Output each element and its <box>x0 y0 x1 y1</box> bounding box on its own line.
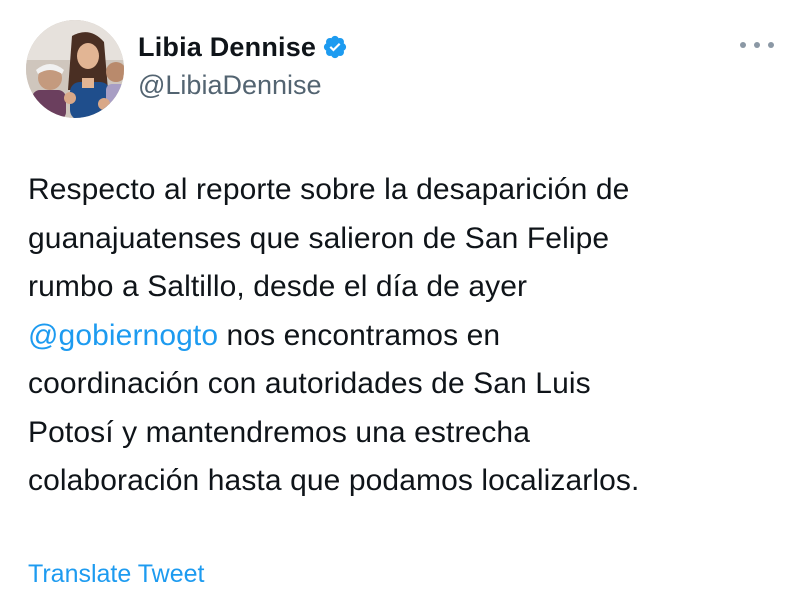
author-names: Libia Dennise @LibiaDennise <box>138 30 348 101</box>
tweet-line-rest: nos encontramos en <box>218 318 501 352</box>
tweet-line: rumbo a Saltillo, desde el día de ayer <box>28 270 528 303</box>
tweet-line: Potosí y mantendremos una estrecha <box>28 415 531 449</box>
mention-link[interactable]: @gobiernogto <box>28 319 218 352</box>
display-name-row: Libia Dennise <box>138 30 348 64</box>
tweet-card: Libia Dennise @LibiaDennise Respecto al … <box>0 0 800 600</box>
avatar-photo-icon <box>26 20 124 118</box>
tweet-header: Libia Dennise @LibiaDennise <box>26 20 776 120</box>
tweet-text: Respecto al reporte sobre la desaparició… <box>28 166 778 506</box>
dot <box>740 42 746 48</box>
tweet-line: coordinación con autoridades de San Luis <box>28 367 591 400</box>
verified-badge-icon[interactable] <box>322 34 348 60</box>
tweet-line: colaboración hasta que podamos localizar… <box>28 464 640 497</box>
avatar[interactable] <box>26 20 124 118</box>
dot <box>768 42 774 48</box>
tweet-line: guanajuatenses que salieron de San Felip… <box>28 221 610 255</box>
translate-tweet-link[interactable]: Translate Tweet <box>28 560 204 589</box>
dot <box>754 42 760 48</box>
author-handle[interactable]: @LibiaDennise <box>138 70 348 101</box>
tweet-line: Respecto al reporte sobre la desaparició… <box>28 173 630 206</box>
tweet-line: @gobiernogto nos encontramos en <box>28 312 778 361</box>
more-options-icon[interactable] <box>740 38 774 52</box>
display-name[interactable]: Libia Dennise <box>138 32 316 63</box>
